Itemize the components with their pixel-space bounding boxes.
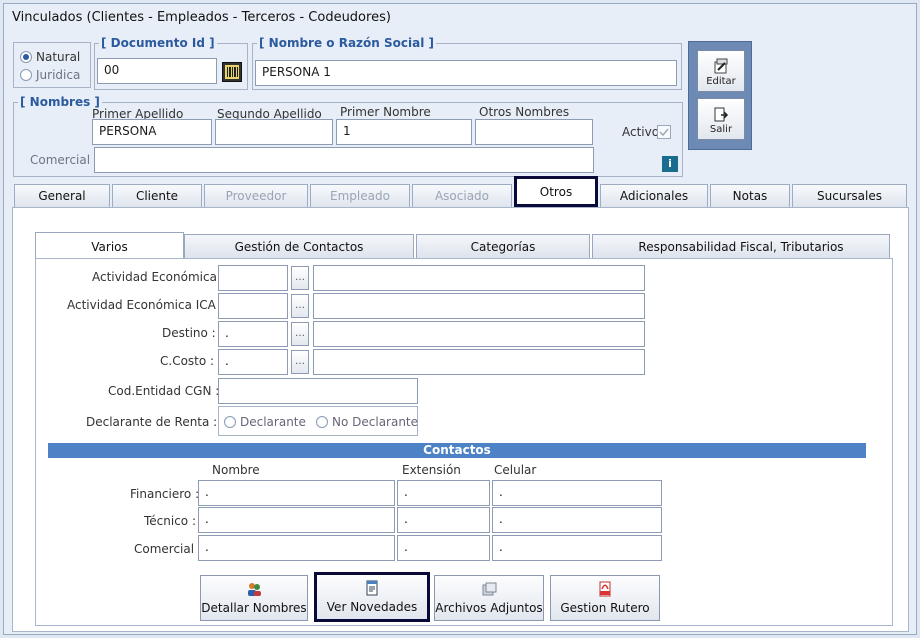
archivos-adjuntos-button[interactable]: Archivos Adjuntos (434, 575, 544, 621)
comercial-input[interactable] (94, 147, 594, 173)
archivos-adjuntos-label: Archivos Adjuntos (435, 601, 543, 615)
contactos-header: Contactos (48, 443, 866, 458)
destino-code[interactable]: . (218, 321, 288, 347)
detallar-nombres-button[interactable]: Detallar Nombres (200, 575, 308, 621)
nombres-legend: [ Nombres ] (20, 95, 100, 109)
tab-adicionales[interactable]: Adicionales (600, 184, 708, 208)
ccosto-lookup-button[interactable]: … (291, 350, 309, 374)
nombre-razon-legend: [ Nombre o Razón Social ] (259, 36, 434, 50)
salir-button[interactable]: Salir (697, 98, 745, 140)
tab-notas[interactable]: Notas (710, 184, 790, 208)
contact-celular-input[interactable]: . (492, 507, 662, 533)
primer-apellido-input[interactable]: PERSONA (92, 119, 212, 145)
side-action-panel: Editar Salir (688, 41, 752, 150)
actividad-economica-ica-desc[interactable] (313, 293, 645, 319)
radio-no-declarante-label: No Declarante (332, 415, 419, 429)
activo-checkbox[interactable] (657, 125, 671, 139)
radio-juridica-label: Juridica (36, 68, 81, 82)
destino-desc[interactable] (313, 321, 645, 347)
primer-nombre-input[interactable]: 1 (336, 119, 472, 145)
primer-nombre-label: Primer Nombre (340, 105, 431, 119)
radio-declarante-circle (224, 416, 236, 428)
col-celular-header: Celular (494, 463, 537, 477)
actividad-economica-label: Actividad Económica : (92, 270, 225, 284)
actividad-economica-lookup-button[interactable]: … (291, 266, 309, 290)
tab-sucursales[interactable]: Sucursales (792, 184, 907, 208)
ccosto-code[interactable]: . (218, 349, 288, 375)
actividad-economica-code[interactable] (218, 265, 288, 291)
radio-juridica[interactable]: Juridica (20, 68, 80, 82)
edit-icon (714, 58, 728, 74)
contact-celular-input[interactable]: . (492, 480, 662, 506)
contact-extension-input[interactable]: . (397, 507, 490, 533)
radio-juridica-circle (20, 69, 32, 81)
destino-label: Destino : (162, 326, 216, 340)
actividad-economica-ica-label: Actividad Económica ICA : (67, 298, 224, 312)
radio-declarante-label: Declarante (240, 415, 306, 429)
contact-row-label: Financiero : (130, 487, 200, 501)
contact-extension-input[interactable]: . (397, 480, 490, 506)
document-icon (366, 580, 378, 596)
info-icon[interactable]: i (662, 156, 678, 172)
radio-declarante[interactable]: Declarante (224, 415, 306, 429)
contact-extension-input[interactable]: . (397, 535, 490, 561)
actividad-economica-ica-lookup-button[interactable]: … (291, 294, 309, 318)
tab-general[interactable]: General (14, 184, 110, 208)
documento-legend: [ Documento Id ] (101, 36, 215, 50)
editar-label: Editar (706, 76, 736, 87)
destino-lookup-button[interactable]: … (291, 322, 309, 346)
contact-nombre-input[interactable]: . (198, 480, 395, 506)
salir-label: Salir (709, 124, 733, 135)
radio-natural-label: Natural (36, 50, 81, 64)
ver-novedades-label: Ver Novedades (326, 600, 418, 614)
pdf-icon (599, 581, 611, 597)
radio-no-declarante-circle (316, 416, 328, 428)
actividad-economica-desc[interactable] (313, 265, 645, 291)
tab-proveedor[interactable]: Proveedor (204, 184, 308, 208)
tab-cliente[interactable]: Cliente (112, 184, 202, 208)
gestion-rutero-label: Gestion Rutero (560, 601, 650, 615)
barcode-icon[interactable] (222, 62, 242, 82)
otros-nombres-input[interactable] (475, 119, 593, 145)
contact-nombre-input[interactable]: . (198, 535, 395, 561)
tab-asociado[interactable]: Asociado (412, 184, 512, 208)
declarante-renta-label: Declarante de Renta : (86, 415, 218, 429)
people-icon (248, 583, 261, 596)
contact-row-label: Técnico : (144, 514, 197, 528)
actividad-economica-ica-code[interactable] (218, 293, 288, 319)
radio-no-declarante[interactable]: No Declarante (316, 415, 418, 429)
cod-entidad-input[interactable] (218, 378, 418, 404)
editar-button[interactable]: Editar (697, 50, 745, 92)
tab-otros[interactable]: Otros (514, 176, 598, 207)
radio-natural-circle (20, 51, 32, 63)
cod-entidad-label: Cod.Entidad CGN : (108, 384, 220, 398)
ccosto-desc[interactable] (313, 349, 645, 375)
subtab-gestion-contactos[interactable]: Gestión de Contactos (184, 234, 414, 260)
tab-empleado[interactable]: Empleado (310, 184, 410, 208)
comercial-label: Comercial : (30, 153, 98, 167)
radio-natural[interactable]: Natural (20, 50, 80, 64)
window-title: Vinculados (Clientes - Empleados - Terce… (12, 10, 391, 25)
col-extension-header: Extensión (402, 463, 461, 477)
contact-row-label: Comercial : (134, 542, 202, 556)
contact-celular-input[interactable]: . (492, 535, 662, 561)
col-nombre-header: Nombre (212, 463, 260, 477)
ccosto-label: C.Costo : (160, 354, 215, 368)
attachment-icon (482, 582, 497, 596)
subtab-varios[interactable]: Varios (35, 232, 184, 260)
segundo-apellido-input[interactable] (215, 119, 333, 145)
exit-icon (714, 107, 729, 122)
otros-nombres-label: Otros Nombres (479, 105, 570, 119)
subtab-categorias[interactable]: Categorías (416, 234, 590, 260)
nombre-razon-input[interactable]: PERSONA 1 (255, 60, 677, 86)
documento-input[interactable]: 00 (97, 58, 217, 84)
ver-novedades-button[interactable]: Ver Novedades (314, 572, 430, 622)
gestion-rutero-button[interactable]: Gestion Rutero (550, 575, 660, 621)
contact-nombre-input[interactable]: . (198, 507, 395, 533)
detallar-nombres-label: Detallar Nombres (201, 601, 307, 615)
subtab-responsabilidad-fiscal[interactable]: Responsabilidad Fiscal, Tributarios (592, 234, 890, 260)
